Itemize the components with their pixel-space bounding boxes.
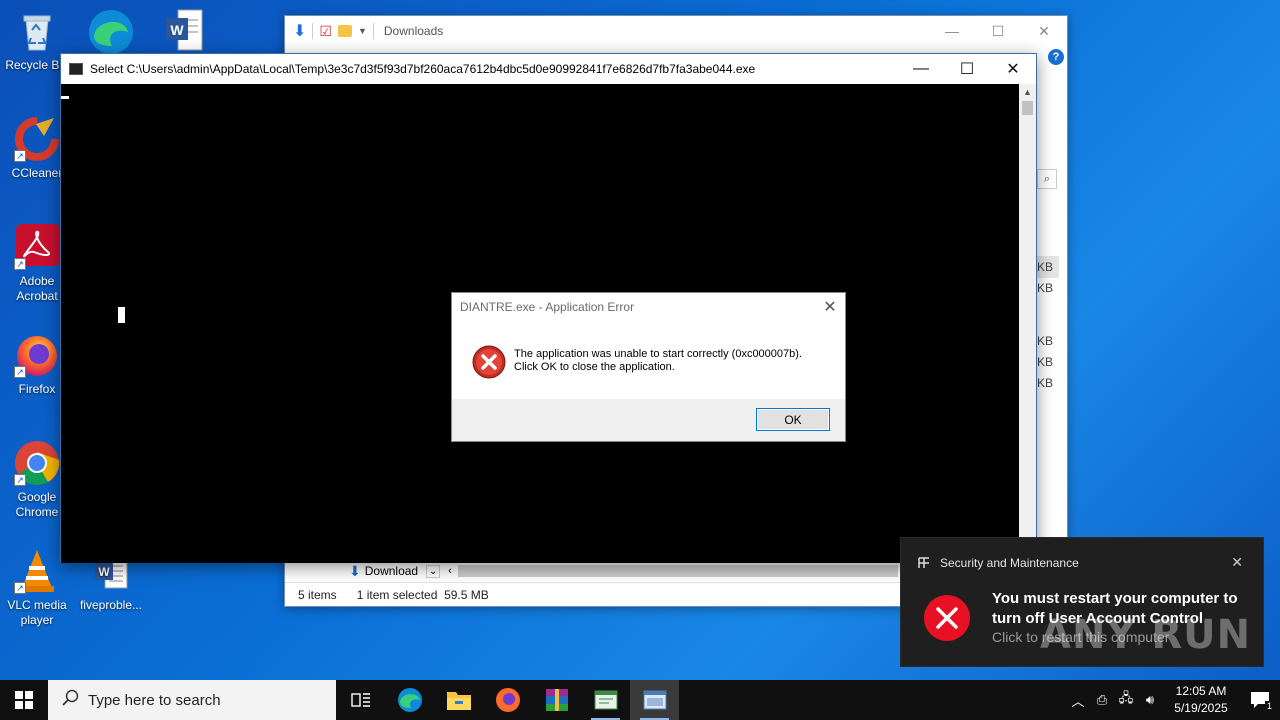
desktop-icon-label: Google Chrome xyxy=(15,490,59,519)
maximize-button[interactable]: ☐ xyxy=(975,23,1021,40)
desktop-icon-label: CCleaner xyxy=(11,166,63,180)
item-count: 5 items xyxy=(298,587,337,602)
clock-date: 5/19/2025 xyxy=(1174,701,1228,715)
ok-button[interactable]: OK xyxy=(756,408,830,431)
nav-item-downloads[interactable]: Download xyxy=(365,564,418,578)
shortcut-arrow-icon: ↗ xyxy=(14,150,26,162)
vertical-scrollbar[interactable]: ▲ xyxy=(1019,84,1036,563)
explorer-titlebar[interactable]: ⬇ ☑ ▼ Downloads — ☐ ✕ xyxy=(285,16,1067,46)
svg-text:W: W xyxy=(170,22,184,38)
dialog-titlebar[interactable]: DIANTRE.exe - Application Error ✕ xyxy=(452,293,845,321)
task-view-icon xyxy=(350,693,370,707)
clock[interactable]: 12:05 AM 5/19/2025 xyxy=(1162,683,1240,717)
window-app-icon xyxy=(594,690,617,710)
selection-count: 1 item selected 59.5 MB xyxy=(356,587,489,602)
start-button[interactable] xyxy=(0,680,48,720)
taskbar-firefox[interactable] xyxy=(483,680,532,720)
file-size-unit: KB xyxy=(1037,376,1054,390)
console-title: Select C:\Users\admin\AppData\Local\Temp… xyxy=(90,62,756,76)
shortcut-arrow-icon: ↗ xyxy=(14,582,26,594)
close-button[interactable]: ✕ xyxy=(990,54,1036,84)
desktop-icon-label: Firefox xyxy=(18,382,56,396)
folder-icon[interactable] xyxy=(337,25,352,37)
security-flag-icon xyxy=(918,557,930,569)
recycle-bin-icon xyxy=(14,8,60,54)
console-app-icon xyxy=(69,63,83,75)
volume-icon[interactable]: 🔊︎ xyxy=(1138,692,1162,708)
file-size-unit: KB xyxy=(1037,281,1054,295)
minimize-button[interactable]: — xyxy=(898,54,944,84)
toast-source: Security and Maintenance xyxy=(940,556,1079,570)
notification-count: 1 xyxy=(1264,701,1274,711)
close-button[interactable]: ✕ xyxy=(1021,23,1067,40)
error-icon xyxy=(923,594,971,642)
error-instruction: Click OK to close the application. xyxy=(514,361,675,373)
network-device-icon[interactable]: ⎙ xyxy=(1090,692,1114,708)
task-view-button[interactable] xyxy=(336,680,385,720)
firefox-icon xyxy=(495,688,520,712)
winrar-icon xyxy=(545,689,568,711)
firefox-icon: ↗ xyxy=(14,332,60,378)
scroll-left-icon[interactable]: ‹ xyxy=(448,565,452,577)
close-button[interactable]: ✕ xyxy=(815,297,845,317)
chevron-up-icon[interactable]: ︿ xyxy=(1066,691,1090,710)
taskbar-search-box[interactable]: Type here to search xyxy=(48,680,336,720)
taskbar-app-window[interactable] xyxy=(581,680,630,720)
explorer-title: Downloads xyxy=(383,24,444,38)
chevron-down-icon[interactable]: ▼ xyxy=(358,26,367,36)
properties-icon[interactable]: ☑ xyxy=(319,23,332,40)
clock-time: 12:05 AM xyxy=(1175,684,1227,698)
taskbar-console[interactable] xyxy=(630,680,679,720)
folder-icon xyxy=(446,692,471,710)
search-icon xyxy=(62,689,82,711)
chrome-icon: ↗ xyxy=(14,440,60,486)
dialog-title: DIANTRE.exe - Application Error xyxy=(460,300,635,314)
desktop-icon-label: Adobe Acrobat xyxy=(16,274,58,303)
watermark-logo: ANY RUN xyxy=(1040,612,1252,658)
download-arrow-icon: ⬇ xyxy=(349,562,361,579)
shortcut-arrow-icon: ↗ xyxy=(14,474,26,486)
shortcut-arrow-icon: ↗ xyxy=(14,258,26,270)
network-icon[interactable]: 🖧 xyxy=(1114,689,1138,711)
scroll-thumb[interactable] xyxy=(1022,101,1033,115)
desktop-icon-word-document[interactable]: W fiveproble... xyxy=(74,556,148,613)
error-message: The application was unable to start corr… xyxy=(514,348,802,360)
help-icon[interactable]: ? xyxy=(1048,49,1064,65)
console-titlebar[interactable]: Select C:\Users\admin\AppData\Local\Temp… xyxy=(61,54,1036,84)
vlc-icon: ↗ xyxy=(14,548,60,594)
windows-logo-icon xyxy=(15,691,33,709)
ccleaner-icon: ↗ xyxy=(14,116,60,162)
shortcut-arrow-icon: ↗ xyxy=(14,366,26,378)
desktop-icon-label: VLC media player xyxy=(7,598,67,627)
action-center-button[interactable]: 1 xyxy=(1240,691,1280,711)
system-tray: ︿ ⎙ 🖧 🔊︎ 12:05 AM 5/19/2025 1 xyxy=(1066,680,1280,720)
text-cursor xyxy=(118,307,125,323)
search-icon[interactable]: ⌕ xyxy=(1037,169,1057,189)
adobe-acrobat-icon: ↗ xyxy=(14,224,60,270)
horizontal-scrollbar[interactable] xyxy=(457,565,898,577)
word-document-icon[interactable]: W xyxy=(164,8,204,52)
search-placeholder: Type here to search xyxy=(88,691,221,709)
application-error-dialog[interactable]: DIANTRE.exe - Application Error ✕ The ap… xyxy=(451,292,846,442)
taskbar-edge[interactable] xyxy=(385,680,434,720)
chevron-down-icon[interactable]: ⌄ xyxy=(426,564,441,578)
minimize-button[interactable]: — xyxy=(929,23,975,40)
taskbar-file-explorer[interactable] xyxy=(434,680,483,720)
desktop-icon-label: fiveproble... xyxy=(79,598,143,612)
maximize-button[interactable]: ☐ xyxy=(944,54,990,84)
file-size-unit: KB xyxy=(1037,334,1054,348)
scroll-up-icon[interactable]: ▲ xyxy=(1019,84,1036,101)
file-size-unit: KB xyxy=(1037,260,1054,274)
file-size-unit: KB xyxy=(1037,355,1054,369)
edge-icon[interactable] xyxy=(86,6,136,54)
download-arrow-icon[interactable]: ⬇ xyxy=(293,21,306,41)
error-icon xyxy=(472,345,506,379)
taskbar: Type here to search ︿ ⎙ 🖧 🔊︎ 12:05 AM 5/… xyxy=(0,680,1280,720)
console-app-icon xyxy=(643,690,666,710)
text-cursor xyxy=(61,96,69,99)
edge-icon xyxy=(397,688,422,712)
close-icon[interactable]: ✕ xyxy=(1231,554,1243,571)
svg-text:W: W xyxy=(98,565,110,579)
taskbar-winrar[interactable] xyxy=(532,680,581,720)
